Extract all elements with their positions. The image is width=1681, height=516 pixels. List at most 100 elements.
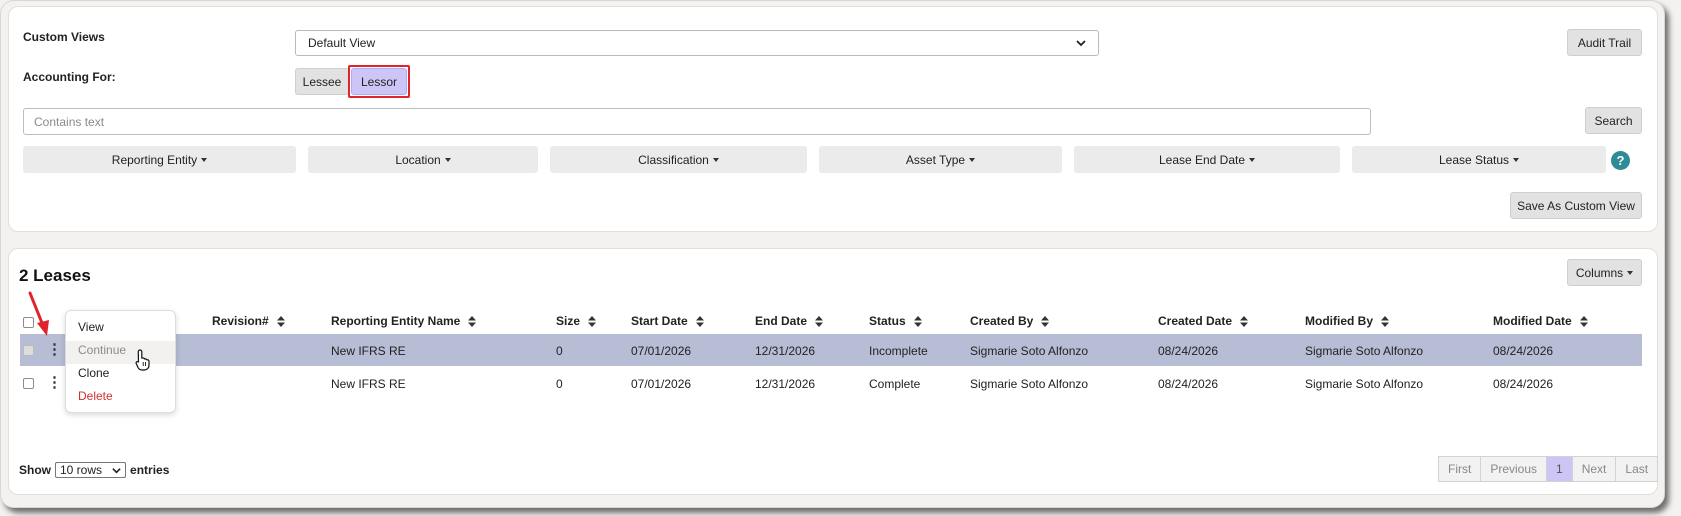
header-label: Revision#: [212, 314, 269, 328]
filter-location[interactable]: Location: [308, 146, 538, 173]
header-revision[interactable]: Revision#: [212, 314, 285, 328]
pager-first[interactable]: First: [1438, 456, 1482, 482]
caret-down-icon: [1627, 270, 1634, 275]
header-label: Created Date: [1158, 314, 1233, 328]
menu-item-clone[interactable]: Clone: [78, 366, 109, 380]
pager-previous[interactable]: Previous: [1480, 456, 1548, 482]
cell-end-date: 12/31/2026: [755, 377, 816, 391]
show-label: Show: [19, 463, 51, 477]
sort-icon: [468, 315, 477, 327]
row-checkbox[interactable]: [23, 345, 34, 356]
menu-item-delete[interactable]: Delete: [78, 389, 113, 403]
kebab-menu-icon[interactable]: ⋮: [47, 375, 62, 390]
sort-icon: [913, 315, 922, 327]
cell-created-by: Sigmarie Soto Alfonzo: [970, 344, 1089, 358]
cell-modified-by: Sigmarie Soto Alfonzo: [1305, 344, 1424, 358]
chevron-down-icon: [1076, 40, 1086, 47]
header-label: Size: [556, 314, 581, 328]
pagination: First Previous 1 Next Last: [1438, 456, 1659, 482]
menu-item-view[interactable]: View: [78, 320, 104, 334]
menu-item-continue[interactable]: Continue: [78, 343, 126, 357]
header-modified-by[interactable]: Modified By: [1305, 314, 1389, 328]
cell-reporting-entity-name: New IFRS RE: [331, 377, 406, 391]
header-label: Modified By: [1305, 314, 1373, 328]
chevron-down-icon: [112, 467, 121, 473]
row-context-menu: View Continue Clone Delete: [65, 310, 176, 413]
sort-icon: [1381, 315, 1389, 327]
header-reporting-entity-name[interactable]: Reporting Entity Name: [331, 314, 477, 328]
cell-start-date: 07/01/2026: [631, 377, 692, 391]
table-row[interactable]: ⋮ New IFRS RE 0 07/01/2026 12/31/2026 In…: [20, 334, 1642, 366]
header-label: Modified Date: [1493, 314, 1572, 328]
cell-size: 0: [556, 377, 563, 391]
filter-reporting-entity[interactable]: Reporting Entity: [23, 146, 296, 173]
show-entries: Show 10 rows entries: [19, 462, 169, 478]
kebab-menu-icon[interactable]: ⋮: [47, 342, 62, 357]
filter-label: Location: [395, 152, 441, 167]
filter-label: Classification: [638, 152, 709, 167]
cell-modified-date: 08/24/2026: [1493, 344, 1554, 358]
hand-pointer-icon: [135, 349, 150, 371]
red-arrow-icon: [28, 291, 49, 336]
columns-label: Columns: [1575, 265, 1624, 280]
header-label: Status: [869, 314, 906, 328]
sort-icon: [695, 315, 704, 327]
cell-created-date: 08/24/2026: [1158, 344, 1219, 358]
filter-lease-end-date[interactable]: Lease End Date: [1074, 146, 1340, 173]
sort-icon: [815, 315, 824, 327]
caret-down-icon: [444, 157, 451, 162]
filter-asset-type[interactable]: Asset Type: [819, 146, 1062, 173]
caret-down-icon: [969, 157, 976, 162]
cell-size: 0: [556, 344, 563, 358]
cell-reporting-entity-name: New IFRS RE: [331, 344, 406, 358]
header-start-date[interactable]: Start Date: [631, 314, 704, 328]
header-size[interactable]: Size: [556, 314, 597, 328]
cell-status: Complete: [869, 377, 921, 391]
lessee-toggle-button[interactable]: Lessee: [295, 68, 349, 95]
pager-current-page[interactable]: 1: [1546, 456, 1573, 482]
search-input[interactable]: Contains text: [23, 108, 1371, 135]
custom-views-select[interactable]: Default View: [295, 30, 1099, 56]
cell-created-date: 08/24/2026: [1158, 377, 1219, 391]
pager-next[interactable]: Next: [1571, 456, 1617, 482]
cell-start-date: 07/01/2026: [631, 344, 692, 358]
cell-modified-by: Sigmarie Soto Alfonzo: [1305, 377, 1424, 391]
cell-created-by: Sigmarie Soto Alfonzo: [970, 377, 1089, 391]
filter-label: Asset Type: [905, 152, 966, 167]
caret-down-icon: [712, 157, 719, 162]
save-custom-view-button[interactable]: Save As Custom View: [1510, 192, 1642, 219]
sort-icon: [1041, 315, 1050, 327]
accounting-for-label: Accounting For:: [23, 70, 116, 84]
header-created-date[interactable]: Created Date: [1158, 314, 1249, 328]
header-status[interactable]: Status: [869, 314, 922, 328]
cell-end-date: 12/31/2026: [755, 344, 816, 358]
audit-trail-button[interactable]: Audit Trail: [1567, 29, 1642, 56]
search-placeholder: Contains text: [34, 114, 105, 129]
pager-last[interactable]: Last: [1615, 456, 1659, 482]
header-label: Start Date: [631, 314, 688, 328]
search-button[interactable]: Search: [1585, 107, 1642, 134]
leases-title: 2 Leases: [19, 266, 91, 285]
header-label: Created By: [970, 314, 1034, 328]
header-label: End Date: [755, 314, 808, 328]
cell-status: Incomplete: [869, 344, 928, 358]
filter-classification[interactable]: Classification: [550, 146, 807, 173]
entries-label: entries: [130, 463, 170, 477]
filter-label: Lease Status: [1438, 152, 1510, 167]
header-modified-date[interactable]: Modified Date: [1493, 314, 1588, 328]
custom-views-label: Custom Views: [23, 30, 105, 44]
row-checkbox[interactable]: [23, 378, 34, 389]
table-row[interactable]: ⋮ New IFRS RE 0 07/01/2026 12/31/2026 Co…: [20, 367, 1642, 399]
header-end-date[interactable]: End Date: [755, 314, 824, 328]
columns-button[interactable]: Columns: [1567, 259, 1642, 286]
highlight-box: [348, 65, 410, 98]
header-created-by[interactable]: Created By: [970, 314, 1050, 328]
filter-label: Lease End Date: [1158, 152, 1246, 167]
rows-per-page-select[interactable]: 10 rows: [55, 462, 127, 478]
filter-lease-status[interactable]: Lease Status: [1352, 146, 1606, 173]
sort-icon: [276, 315, 285, 327]
header-label: Reporting Entity Name: [331, 314, 461, 328]
sort-icon: [1579, 315, 1588, 327]
sort-icon: [1240, 315, 1249, 327]
help-icon[interactable]: ?: [1611, 151, 1630, 170]
